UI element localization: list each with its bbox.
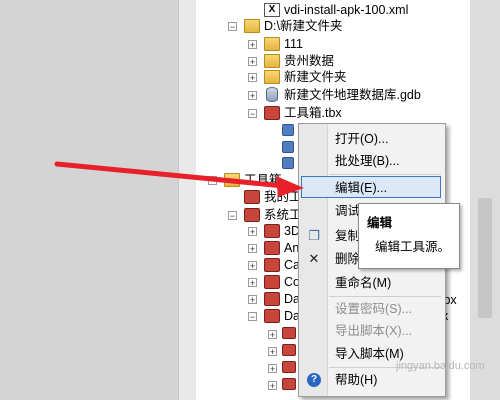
watermark: jingyan.baidu.com	[396, 360, 485, 372]
annotation-arrow-icon	[54, 161, 304, 197]
